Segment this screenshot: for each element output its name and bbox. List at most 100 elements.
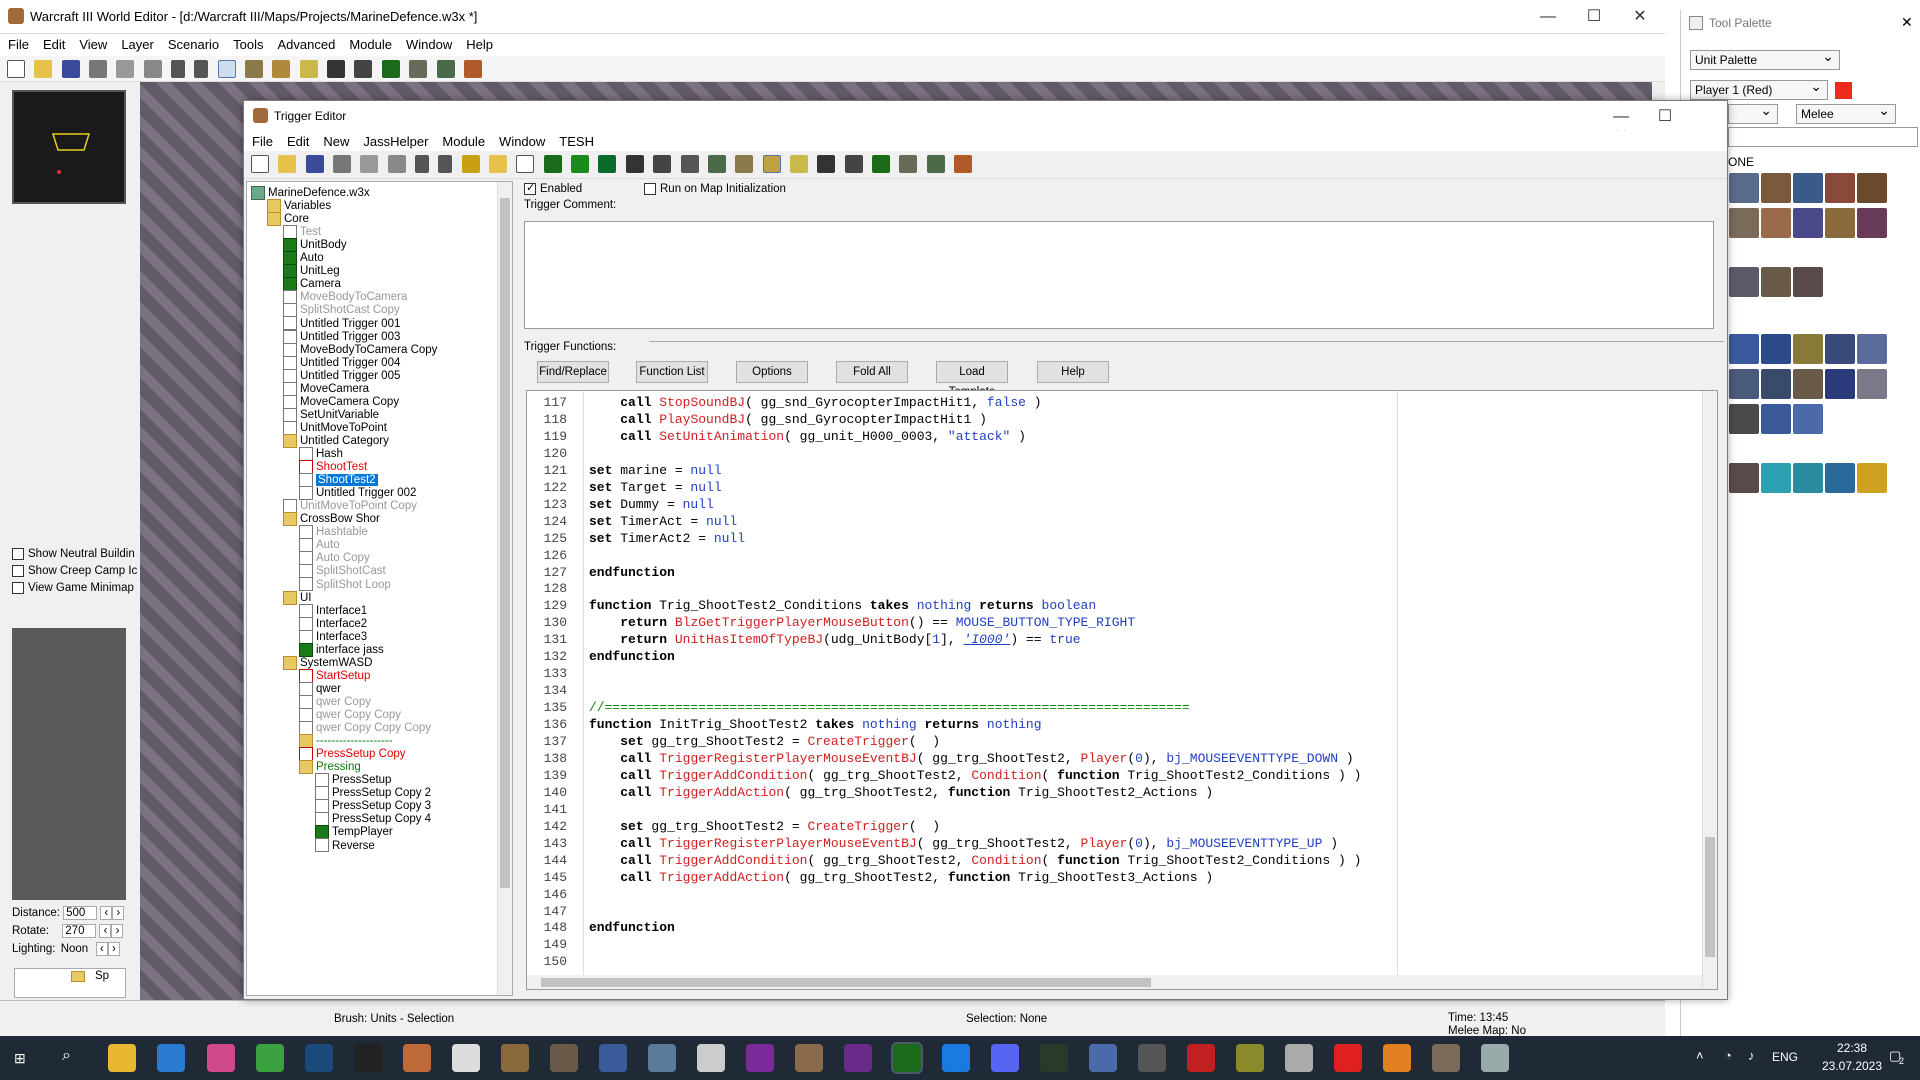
trig-menu-new[interactable]: New <box>315 131 355 149</box>
tool-palette-close-button[interactable]: ✕ <box>1901 14 1913 31</box>
app-icon[interactable] <box>795 1044 823 1072</box>
app-icon[interactable] <box>942 1044 970 1072</box>
code-line[interactable]: call TriggerAddAction( gg_trg_ShootTest2… <box>589 785 1213 800</box>
network-icon[interactable]: ◔ <box>1724 1048 1732 1063</box>
sound-editor-icon[interactable] <box>299 60 318 78</box>
unit-icon[interactable] <box>1729 404 1759 434</box>
unit-icon[interactable] <box>1857 463 1887 493</box>
campaign-editor-icon[interactable] <box>844 155 863 173</box>
function-list-button[interactable]: Function List <box>636 361 708 383</box>
unit-icon[interactable] <box>1729 369 1759 399</box>
copy-icon[interactable] <box>360 155 379 173</box>
new-action-icon[interactable] <box>625 155 644 173</box>
trig-menu-module[interactable]: Module <box>434 131 491 149</box>
trig-menu-window[interactable]: Window <box>491 131 551 149</box>
app-icon[interactable] <box>648 1044 676 1072</box>
find-replace-button[interactable]: Find/Replace <box>537 361 609 383</box>
rotate-input[interactable]: 270 <box>62 924 97 938</box>
select-brush-icon[interactable] <box>217 60 236 78</box>
menu-window[interactable]: Window <box>398 34 458 52</box>
unit-icon[interactable] <box>1793 369 1823 399</box>
unit-icon[interactable] <box>1729 208 1759 238</box>
app-icon[interactable] <box>1138 1044 1166 1072</box>
new-trigger-icon[interactable] <box>516 155 535 173</box>
discord-icon[interactable] <box>991 1044 1019 1072</box>
enabled-toggle[interactable]: ✓ Enabled <box>524 181 582 195</box>
code-editor[interactable]: 117 call StopSoundBJ( gg_snd_GyrocopterI… <box>526 390 1718 990</box>
object-manager-icon[interactable] <box>436 60 455 78</box>
player-select[interactable]: Player 1 (Red) <box>1690 78 1828 100</box>
redo-icon[interactable] <box>438 155 453 173</box>
tree-scrollbar[interactable] <box>497 182 512 995</box>
paste-icon[interactable] <box>143 60 162 78</box>
import-manager-icon[interactable] <box>899 155 918 173</box>
unit-editor-icon[interactable] <box>272 60 291 78</box>
code-line[interactable]: call TriggerRegisterPlayerMouseEventBJ( … <box>589 751 1353 766</box>
test-icon[interactable] <box>653 155 672 173</box>
code-line[interactable]: //======================================… <box>589 700 1190 715</box>
close-button[interactable]: ✕ <box>1617 6 1663 26</box>
undo-icon[interactable] <box>415 155 430 173</box>
tree-icon[interactable] <box>707 155 726 173</box>
app-icon[interactable] <box>1383 1044 1411 1072</box>
rotate-decrement-button[interactable]: ‹ <box>99 924 112 938</box>
code-line[interactable]: call PlaySoundBJ( gg_snd_GyrocopterImpac… <box>589 412 987 427</box>
run-on-init-toggle[interactable]: Run on Map Initialization <box>644 181 786 195</box>
unit-icon[interactable] <box>1761 334 1791 364</box>
steam-icon[interactable] <box>305 1044 333 1072</box>
new-comment-icon[interactable] <box>543 155 562 173</box>
unit-icon[interactable] <box>1729 173 1759 203</box>
menu-tools[interactable]: Tools <box>225 34 269 52</box>
epic-games-icon[interactable] <box>354 1044 382 1072</box>
app-icon[interactable] <box>1089 1044 1117 1072</box>
app-icon[interactable] <box>1481 1044 1509 1072</box>
rotate-increment-button[interactable]: › <box>111 924 124 938</box>
new-event-icon[interactable] <box>571 155 590 173</box>
trig-menu-jasshelper[interactable]: JassHelper <box>355 131 434 149</box>
code-line[interactable]: function Trig_ShootTest2_Conditions take… <box>589 598 1096 613</box>
windows-start-icon[interactable]: ⊞ <box>14 1050 30 1066</box>
unit-icon[interactable] <box>1793 334 1823 364</box>
blender-icon[interactable] <box>403 1044 431 1072</box>
lighting-increment-button[interactable]: › <box>107 942 120 956</box>
object-editor-icon[interactable] <box>327 60 346 78</box>
new-icon[interactable] <box>251 155 269 173</box>
new-condition-icon[interactable] <box>598 155 617 173</box>
unit-icon[interactable] <box>1761 404 1791 434</box>
open-map-icon[interactable] <box>34 60 53 78</box>
open-icon[interactable] <box>278 155 297 173</box>
code-line[interactable]: set TimerAct = null <box>589 514 737 529</box>
layer-tree-mini[interactable]: Sp <box>14 968 126 998</box>
menu-view[interactable]: View <box>71 34 113 52</box>
app-icon[interactable] <box>746 1044 774 1072</box>
unit-icon[interactable] <box>1729 267 1759 297</box>
paste-icon[interactable] <box>387 155 406 173</box>
app-icon[interactable] <box>550 1044 578 1072</box>
warcraft-icon[interactable] <box>501 1044 529 1072</box>
code-line[interactable]: call TriggerRegisterPlayerMouseEventBJ( … <box>589 836 1338 851</box>
code-horizontal-scrollbar[interactable] <box>527 975 1704 989</box>
unit-icon[interactable] <box>1793 267 1823 297</box>
unit-icon[interactable] <box>1825 334 1855 364</box>
code-line[interactable]: endfunction <box>589 920 675 935</box>
unit-icon[interactable] <box>1825 173 1855 203</box>
lighting-decrement-button[interactable]: ‹ <box>95 942 108 956</box>
app-icon[interactable] <box>599 1044 627 1072</box>
trigger-editor-taskbar-icon[interactable] <box>891 1042 923 1074</box>
trigger-comment-textarea[interactable] <box>524 221 1714 329</box>
app-icon[interactable] <box>1236 1044 1264 1072</box>
view-minimap-checkbox[interactable] <box>12 581 24 594</box>
code-line[interactable]: call TriggerAddCondition( gg_trg_ShootTe… <box>589 768 1361 783</box>
cut-icon[interactable] <box>333 155 352 173</box>
show-creep-checkbox[interactable] <box>12 564 24 577</box>
race-filter-select[interactable] <box>1728 102 1778 124</box>
mail-icon[interactable] <box>157 1044 185 1072</box>
object-editor-icon[interactable] <box>817 155 836 173</box>
distance-increment-button[interactable]: › <box>112 906 125 920</box>
save-map-icon[interactable] <box>61 60 80 78</box>
terrain-editor-icon[interactable] <box>245 60 264 78</box>
unit-icon[interactable] <box>1761 267 1791 297</box>
code-line[interactable]: call TriggerAddAction( gg_trg_ShootTest2… <box>589 870 1213 885</box>
palette-type-select[interactable]: Unit Palette <box>1690 48 1840 70</box>
trigger-tree[interactable]: MarineDefence.w3x Variables Core Test UnitBo… <box>246 181 513 996</box>
